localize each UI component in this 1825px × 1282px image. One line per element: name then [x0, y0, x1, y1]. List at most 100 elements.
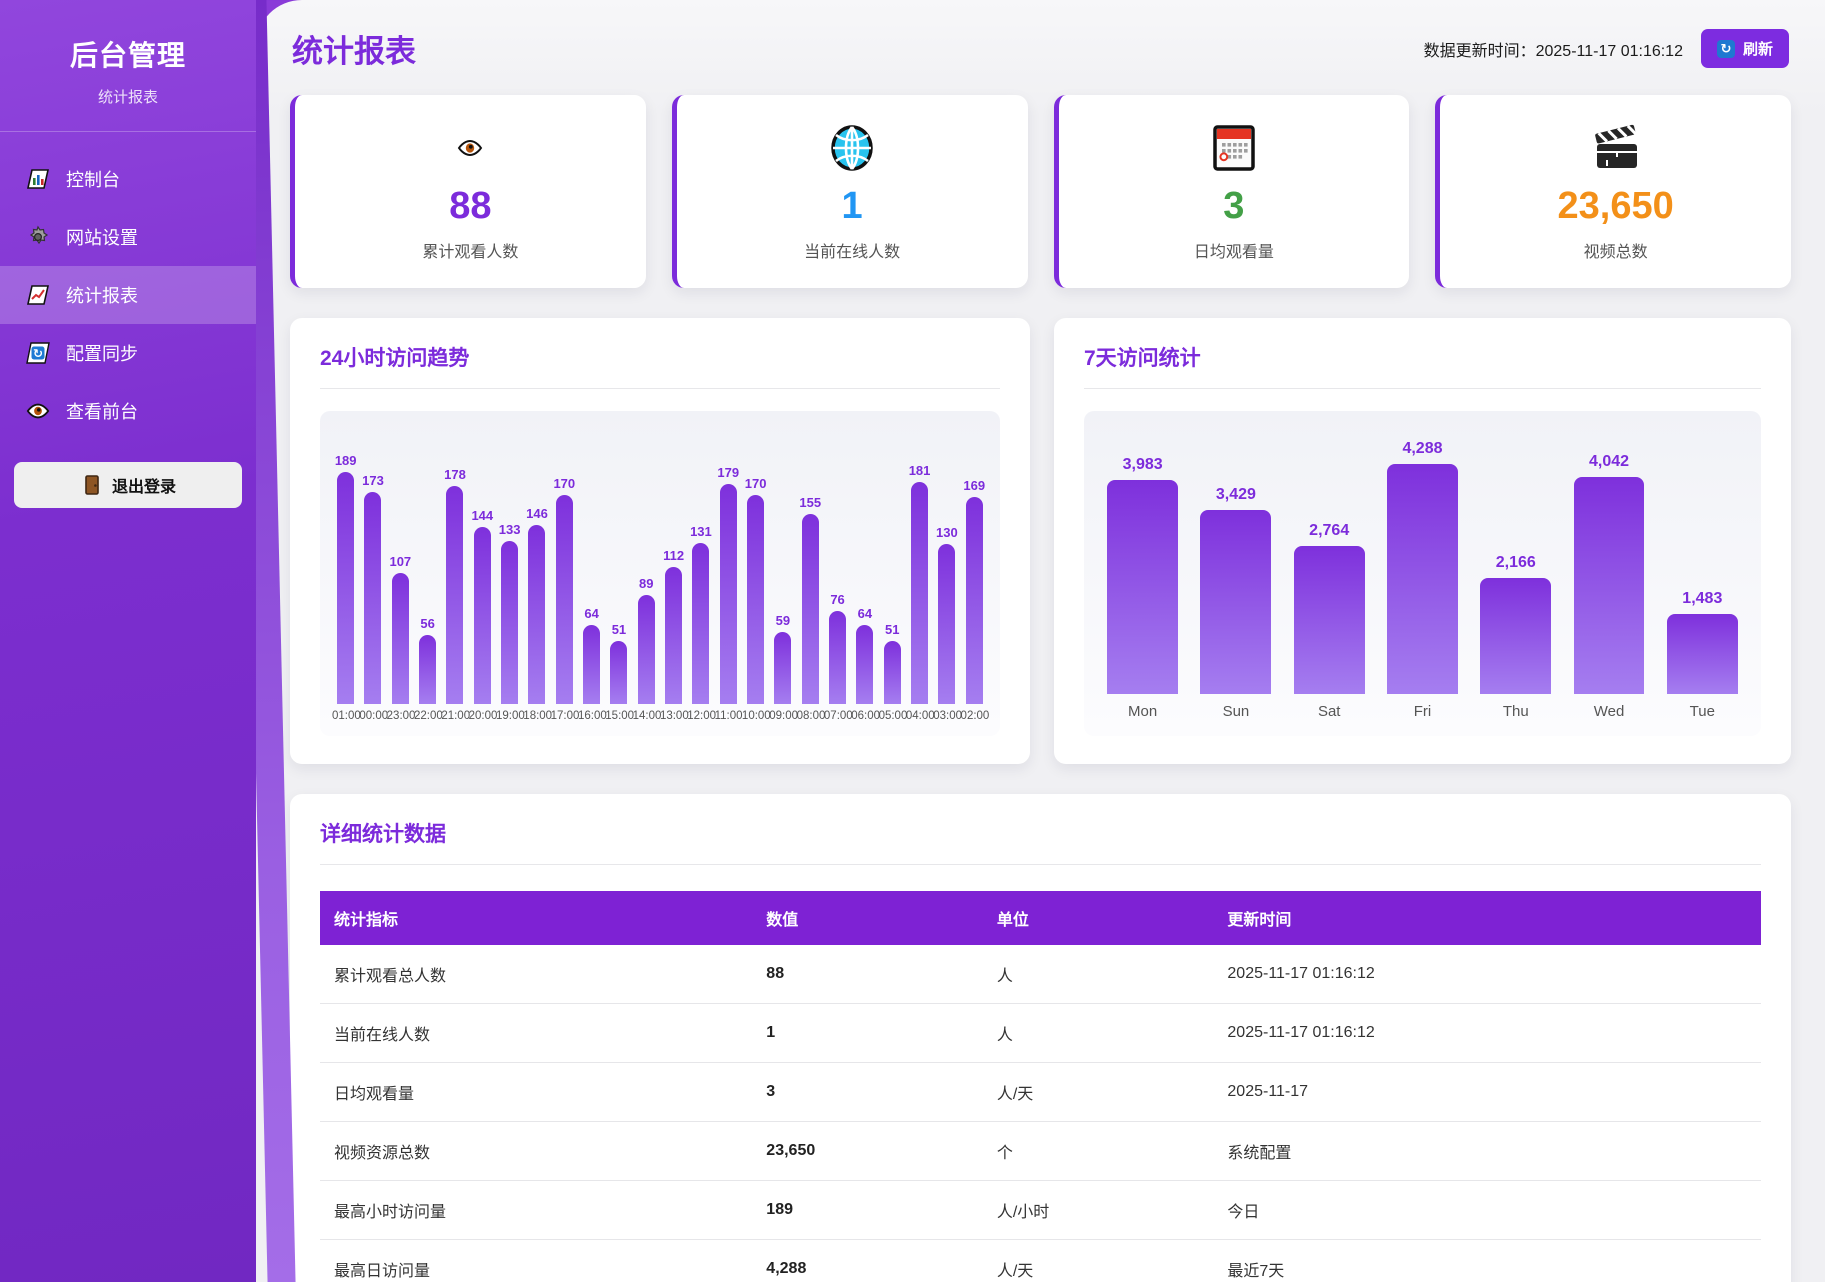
table-cell: 人/天: [983, 1063, 1214, 1122]
eye-icon: [26, 399, 50, 423]
bar-value-label: 1,483: [1682, 590, 1722, 608]
x-axis-label: 13:00: [660, 710, 687, 722]
bar: [638, 595, 655, 704]
stats-table-card: 详细统计数据 统计指标数值单位更新时间 累计观看总人数88人2025-11-17…: [290, 794, 1791, 1282]
table-row: 视频资源总数23,650个系统配置: [320, 1122, 1761, 1181]
chart-7day-title: 7天访问统计: [1084, 342, 1761, 389]
bar-value-label: 4,288: [1402, 440, 1442, 458]
bar-slot: 89: [633, 417, 660, 704]
bar-value-label: 181: [909, 463, 931, 478]
table-cell: 最高小时访问量: [320, 1181, 752, 1240]
bar-slot: 64: [851, 417, 878, 704]
bar: [419, 635, 436, 704]
bar-slot: 173: [359, 417, 386, 704]
update-time-value: 2025-11-17 01:16:12: [1536, 43, 1683, 60]
bar-slot: 4,288: [1376, 417, 1469, 694]
sidebar-item-2[interactable]: 统计报表: [0, 266, 256, 324]
bar-slot: 4,042: [1562, 417, 1655, 694]
eye-icon: [295, 123, 646, 173]
table-cell: 人/天: [983, 1240, 1214, 1282]
x-axis-label: 08:00: [797, 710, 824, 722]
sidebar-item-label: 网站设置: [66, 224, 138, 250]
refresh-button[interactable]: ↻ 刷新: [1701, 29, 1789, 68]
table-row: 日均观看量3人/天2025-11-17: [320, 1063, 1761, 1122]
table-body: 累计观看总人数88人2025-11-17 01:16:12当前在线人数1人202…: [320, 945, 1761, 1282]
bar-value-label: 56: [420, 616, 434, 631]
bar: [856, 625, 873, 704]
bar: [774, 632, 791, 704]
bar-slot: 76: [824, 417, 851, 704]
x-axis-label: 17:00: [551, 710, 578, 722]
x-axis-label: Sat: [1283, 703, 1376, 720]
bar-value-label: 2,764: [1309, 522, 1349, 540]
table-cell: 4,288: [752, 1240, 983, 1282]
bar-slot: 51: [605, 417, 632, 704]
stats-table-title: 详细统计数据: [320, 818, 1761, 865]
x-axis-label: 14:00: [633, 710, 660, 722]
bar-slot: 1,483: [1656, 417, 1749, 694]
logout-label: 退出登录: [112, 473, 176, 497]
x-axis-label: Tue: [1656, 703, 1749, 720]
table-cell: 系统配置: [1213, 1122, 1761, 1181]
x-axis-label: 01:00: [332, 710, 359, 722]
table-cell: 人: [983, 1004, 1214, 1063]
bar-slot: 131: [687, 417, 714, 704]
table-cell: 个: [983, 1122, 1214, 1181]
stat-label: 日均观看量: [1059, 238, 1410, 262]
stat-card-2: 3 日均观看量: [1054, 95, 1410, 288]
sidebar-item-4[interactable]: 查看前台: [0, 382, 256, 440]
main-content: 统计报表 数据更新时间：2025-11-17 01:16:12 ↻ 刷新 88累…: [256, 0, 1825, 1282]
x-axis-label: 20:00: [469, 710, 496, 722]
bar: [665, 567, 682, 704]
bar-value-label: 170: [745, 476, 767, 491]
x-axis-label: 00:00: [359, 710, 386, 722]
gear-icon: [26, 225, 50, 249]
x-axis-label: Thu: [1469, 703, 1562, 720]
table-header-cell: 更新时间: [1213, 891, 1761, 945]
sidebar-item-0[interactable]: 控制台: [0, 150, 256, 208]
table-header-cell: 单位: [983, 891, 1214, 945]
main-header: 统计报表 数据更新时间：2025-11-17 01:16:12 ↻ 刷新: [290, 0, 1791, 95]
table-cell: 2025-11-17 01:16:12: [1213, 945, 1761, 1004]
bar-value-label: 133: [499, 522, 521, 537]
refresh-label: 刷新: [1743, 38, 1773, 59]
stat-value: 3: [1059, 185, 1410, 228]
x-axis-label: 11:00: [715, 710, 742, 722]
svg-text:↻: ↻: [33, 346, 43, 360]
bar-slot: 2,166: [1469, 417, 1562, 694]
sidebar-item-label: 控制台: [66, 166, 120, 192]
table-row: 累计观看总人数88人2025-11-17 01:16:12: [320, 945, 1761, 1004]
bar-slot: 112: [660, 417, 687, 704]
x-axis-label: Sun: [1189, 703, 1282, 720]
sidebar-menu: 控制台网站设置统计报表↻配置同步查看前台: [0, 150, 256, 440]
table-cell: 累计观看总人数: [320, 945, 752, 1004]
stat-cards-row: 88累计观看人数1当前在线人数3日均观看量23,650视频总数: [290, 95, 1791, 288]
bar: [692, 543, 709, 704]
charts-row: 24小时访问趋势 1891731075617814413314617064518…: [290, 318, 1791, 764]
header-right: 数据更新时间：2025-11-17 01:16:12 ↻ 刷新: [1424, 29, 1789, 68]
bar: [884, 641, 901, 704]
x-axis-label: 09:00: [769, 710, 796, 722]
bar: [911, 482, 928, 704]
bar: [528, 525, 545, 704]
sidebar-item-1[interactable]: 网站设置: [0, 208, 256, 266]
bar: [364, 492, 381, 704]
bar-value-label: 3,983: [1123, 456, 1163, 474]
table-cell: 最高日访问量: [320, 1240, 752, 1282]
table-cell: 88: [752, 945, 983, 1004]
bar: [829, 611, 846, 704]
chart-7day: 3,9833,4292,7644,2882,1664,0421,483 MonS…: [1084, 411, 1761, 736]
bar: [1480, 578, 1551, 694]
table-row: 当前在线人数1人2025-11-17 01:16:12: [320, 1004, 1761, 1063]
bar-slot: 170: [551, 417, 578, 704]
bar-slot: 59: [769, 417, 796, 704]
page-title: 统计报表: [292, 26, 416, 71]
sidebar-header: 后台管理 统计报表: [0, 0, 256, 131]
logout-button[interactable]: 退出登录: [14, 462, 242, 508]
sidebar-item-3[interactable]: ↻配置同步: [0, 324, 256, 382]
bar-slot: 169: [961, 417, 988, 704]
table-cell: 3: [752, 1063, 983, 1122]
table-row: 最高日访问量4,288人/天最近7天: [320, 1240, 1761, 1282]
bar: [583, 625, 600, 704]
table-cell: 当前在线人数: [320, 1004, 752, 1063]
